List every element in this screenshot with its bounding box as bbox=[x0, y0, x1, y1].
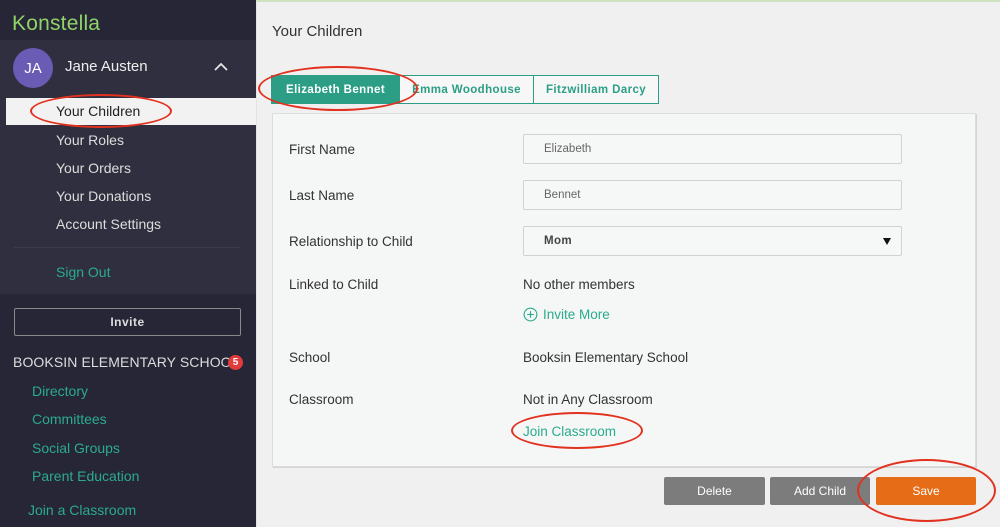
menu-item-your-orders[interactable]: Your Orders bbox=[56, 160, 131, 176]
school-title[interactable]: BOOKSIN ELEMENTARY SCHOOL bbox=[13, 354, 240, 370]
linked-label: Linked to Child bbox=[289, 277, 379, 292]
menu-item-your-roles[interactable]: Your Roles bbox=[56, 132, 124, 148]
menu-item-your-children[interactable]: Your Children bbox=[6, 98, 256, 125]
chevron-up-icon[interactable] bbox=[214, 60, 228, 74]
user-panel: JA Jane Austen Your Children Your Roles … bbox=[0, 40, 256, 294]
avatar[interactable]: JA bbox=[13, 48, 53, 88]
sign-out-link[interactable]: Sign Out bbox=[56, 264, 110, 280]
invite-button[interactable]: Invite bbox=[14, 308, 241, 336]
relationship-select[interactable]: Mom bbox=[523, 226, 902, 256]
last-name-input[interactable]: Bennet bbox=[523, 180, 902, 210]
dropdown-caret-icon bbox=[883, 238, 891, 245]
school-value: Booksin Elementary School bbox=[523, 350, 689, 365]
school-label: School bbox=[289, 350, 331, 365]
relationship-value: Mom bbox=[544, 235, 573, 247]
delete-button[interactable]: Delete bbox=[664, 477, 765, 505]
notification-badge: 5 bbox=[228, 355, 243, 370]
relationship-label: Relationship to Child bbox=[289, 234, 413, 249]
menu-item-account-settings[interactable]: Account Settings bbox=[56, 216, 161, 232]
join-a-classroom-link[interactable]: Join a Classroom bbox=[28, 502, 136, 518]
plus-circle-icon bbox=[523, 307, 538, 322]
invite-more-label: Invite More bbox=[543, 307, 610, 322]
menu-divider bbox=[14, 247, 240, 248]
school-link-committees[interactable]: Committees bbox=[32, 411, 107, 427]
school-link-parent-education[interactable]: Parent Education bbox=[32, 468, 139, 484]
main-content: Your Children Elizabeth Bennet Emma Wood… bbox=[256, 0, 1000, 527]
invite-more-link[interactable]: Invite More bbox=[523, 307, 610, 322]
user-name[interactable]: Jane Austen bbox=[65, 58, 148, 75]
tab-emma-woodhouse[interactable]: Emma Woodhouse bbox=[399, 75, 534, 104]
tab-fitzwilliam-darcy[interactable]: Fitzwilliam Darcy bbox=[532, 75, 660, 104]
school-link-social-groups[interactable]: Social Groups bbox=[32, 440, 120, 456]
first-name-label: First Name bbox=[289, 142, 356, 157]
app-logo[interactable]: Konstella bbox=[12, 12, 100, 36]
join-classroom-link[interactable]: Join Classroom bbox=[523, 424, 616, 439]
child-details-card: First Name Elizabeth Last Name Bennet Re… bbox=[272, 113, 976, 467]
save-button[interactable]: Save bbox=[876, 477, 976, 505]
last-name-label: Last Name bbox=[289, 188, 355, 203]
sidebar: Konstella JA Jane Austen Your Children Y… bbox=[0, 0, 256, 527]
page-title: Your Children bbox=[272, 23, 363, 40]
tab-elizabeth-bennet[interactable]: Elizabeth Bennet bbox=[271, 75, 401, 104]
school-link-directory[interactable]: Directory bbox=[32, 383, 88, 399]
menu-item-your-donations[interactable]: Your Donations bbox=[56, 188, 151, 204]
first-name-input[interactable]: Elizabeth bbox=[523, 134, 902, 164]
classroom-value: Not in Any Classroom bbox=[523, 392, 653, 407]
classroom-label: Classroom bbox=[289, 392, 354, 407]
child-tabs: Elizabeth Bennet Emma Woodhouse Fitzwill… bbox=[271, 75, 660, 104]
add-child-button[interactable]: Add Child bbox=[770, 477, 870, 505]
linked-value: No other members bbox=[523, 277, 635, 292]
